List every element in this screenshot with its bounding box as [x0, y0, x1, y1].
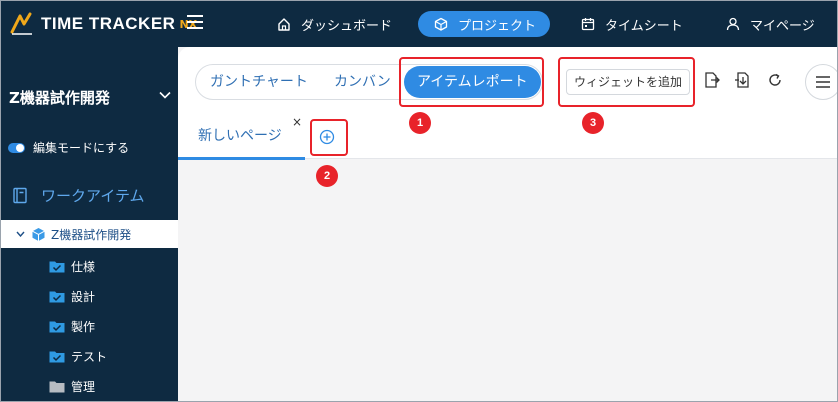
folder-check-icon: [49, 261, 65, 273]
app-window: TIME TRACKER NX ダッシュボード プロジェクト タイムシート マイ…: [0, 0, 838, 402]
more-menu-button[interactable]: [805, 64, 837, 100]
nav-timesheet-label: タイムシート: [605, 18, 683, 34]
calendar-icon: [581, 18, 595, 31]
folder-item[interactable]: テスト: [49, 348, 107, 365]
close-icon[interactable]: ×: [292, 115, 302, 129]
folder-item[interactable]: 製作: [49, 318, 95, 335]
hamburger-menu-icon[interactable]: [187, 15, 203, 29]
sidebar-item-workitem[interactable]: ワークアイテム: [12, 185, 145, 206]
chevron-down-icon[interactable]: [16, 231, 25, 237]
folder-check-icon: [49, 351, 65, 363]
folder-label: 仕様: [71, 260, 96, 274]
chevron-down-icon[interactable]: [159, 91, 171, 99]
book-icon: [13, 187, 27, 204]
export-icon[interactable]: [703, 71, 721, 89]
project-cube-icon: [32, 227, 45, 241]
folder-label: 設計: [71, 290, 96, 304]
tree-root-item[interactable]: Z機器試作開発: [1, 220, 178, 248]
top-bar: TIME TRACKER NX ダッシュボード プロジェクト タイムシート マイ…: [1, 1, 837, 47]
tree-root-label: Z機器試作開発: [51, 227, 132, 242]
highlight-box-2: [310, 119, 348, 156]
import-icon[interactable]: [734, 71, 752, 89]
nav-project[interactable]: プロジェクト: [418, 11, 551, 37]
folder-label: 管理: [71, 380, 96, 394]
toggle-switch[interactable]: [8, 142, 25, 153]
sidebar: Z機器試作開発 編集モードにする ワークアイテム Z機器試作開発 仕様 設計 製…: [1, 47, 178, 401]
app-logo[interactable]: TIME TRACKER NX: [9, 12, 197, 36]
edit-mode-label: 編集モードにする: [33, 141, 130, 155]
folder-label: 製作: [71, 320, 96, 334]
menu-icon: [816, 76, 830, 88]
tab-gantt-chart[interactable]: ガントチャート: [210, 65, 308, 99]
logo-text: TIME TRACKER: [41, 14, 176, 33]
nav-timesheet[interactable]: タイムシート: [581, 11, 683, 37]
nav-project-label: プロジェクト: [458, 18, 537, 34]
edit-mode-toggle[interactable]: 編集モードにする: [8, 139, 129, 156]
refresh-icon[interactable]: [766, 71, 784, 89]
cube-icon: [434, 17, 448, 31]
nav-mypage[interactable]: マイページ: [726, 11, 815, 37]
nav-mypage-label: マイページ: [750, 18, 815, 34]
callout-badge-1: 1: [409, 112, 431, 134]
page-tab-label: 新しいページ: [198, 128, 282, 144]
tab-kanban[interactable]: カンバン: [334, 65, 391, 99]
user-icon: [726, 17, 740, 31]
active-tab-indicator: [178, 157, 305, 160]
folder-item[interactable]: 仕様: [49, 258, 95, 275]
folder-check-icon: [49, 321, 65, 333]
logo-mark-icon: [10, 12, 32, 35]
project-name: Z機器試作開発: [9, 89, 110, 107]
folder-icon: [49, 381, 65, 393]
callout-badge-2: 2: [316, 165, 338, 187]
nav-dashboard-label: ダッシュボード: [301, 18, 393, 34]
home-icon: [278, 18, 290, 31]
folder-label: テスト: [71, 350, 108, 364]
workitem-label: ワークアイテム: [41, 187, 145, 205]
nav-dashboard[interactable]: ダッシュボード: [277, 11, 392, 37]
folder-check-icon: [49, 291, 65, 303]
callout-badge-3: 3: [582, 112, 604, 134]
folder-item[interactable]: 管理: [49, 378, 95, 395]
page-tab-new[interactable]: 新しいページ: [178, 115, 305, 160]
highlight-box-3: [558, 57, 695, 107]
folder-item[interactable]: 設計: [49, 288, 95, 305]
highlight-box-1: [399, 57, 544, 107]
